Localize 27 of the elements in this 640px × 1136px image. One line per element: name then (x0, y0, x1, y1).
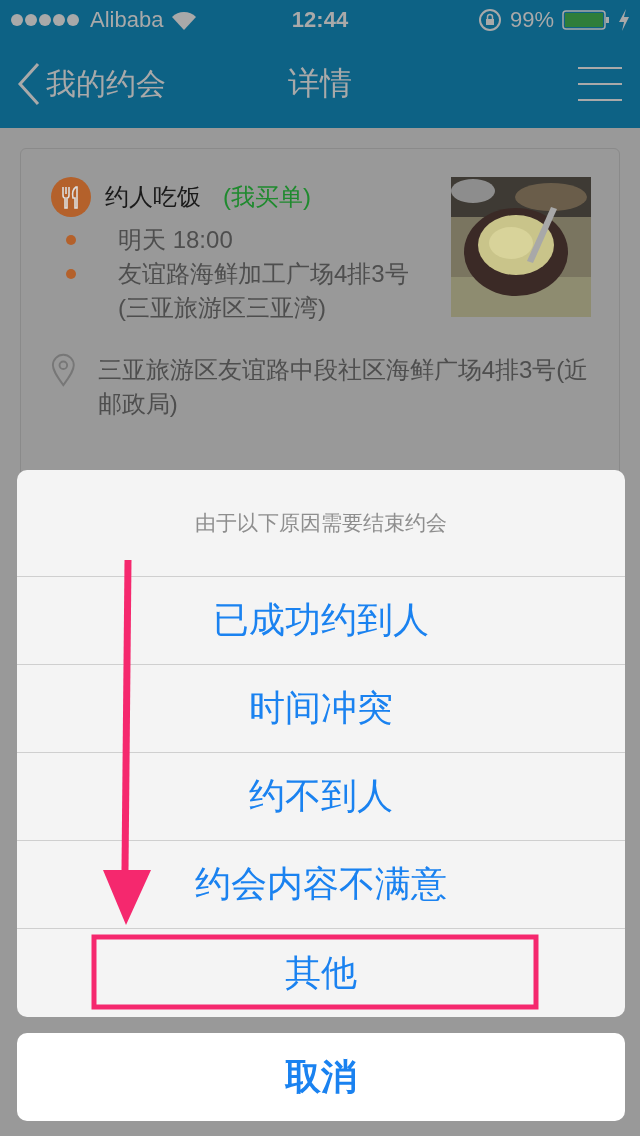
clock-time: 12:44 (291, 7, 349, 33)
venue-name: 友谊路海鲜加工广场4排3号(三亚旅游区三亚湾) (118, 259, 410, 323)
wifi-icon (171, 10, 198, 30)
bullet-dot (66, 235, 76, 245)
cancel-button[interactable]: 取消 (17, 1033, 625, 1121)
back-chevron-icon (16, 62, 42, 106)
rotation-lock-icon (477, 8, 502, 32)
reason-option[interactable]: 其他 (17, 929, 625, 1017)
reason-option[interactable]: 约不到人 (17, 753, 625, 841)
cutlery-icon (51, 177, 91, 217)
carrier-name: Alibaba (90, 7, 164, 33)
bullet-dot (66, 269, 76, 279)
reason-option[interactable]: 时间冲突 (17, 665, 625, 753)
full-address: 三亚旅游区友谊路中段社区海鲜广场4排3号(近邮政局) (97, 355, 590, 419)
reason-option[interactable]: 已成功约到人 (17, 577, 625, 665)
battery-icon (562, 10, 610, 30)
battery-percent: 99% (509, 7, 554, 33)
location-pin-icon (51, 353, 76, 387)
event-time: 明天 18:00 (118, 225, 233, 255)
back-button[interactable]: 我的约会 (16, 62, 166, 106)
charging-icon (618, 9, 630, 31)
activity-type: 约人吃饭 (105, 182, 201, 212)
menu-icon[interactable] (578, 66, 622, 102)
signal-icon (10, 13, 82, 27)
sheet-title: 由于以下原因需要结束约会 (195, 510, 447, 536)
payer-note: (我买单) (223, 182, 311, 212)
page-title: 详情 (288, 65, 352, 101)
